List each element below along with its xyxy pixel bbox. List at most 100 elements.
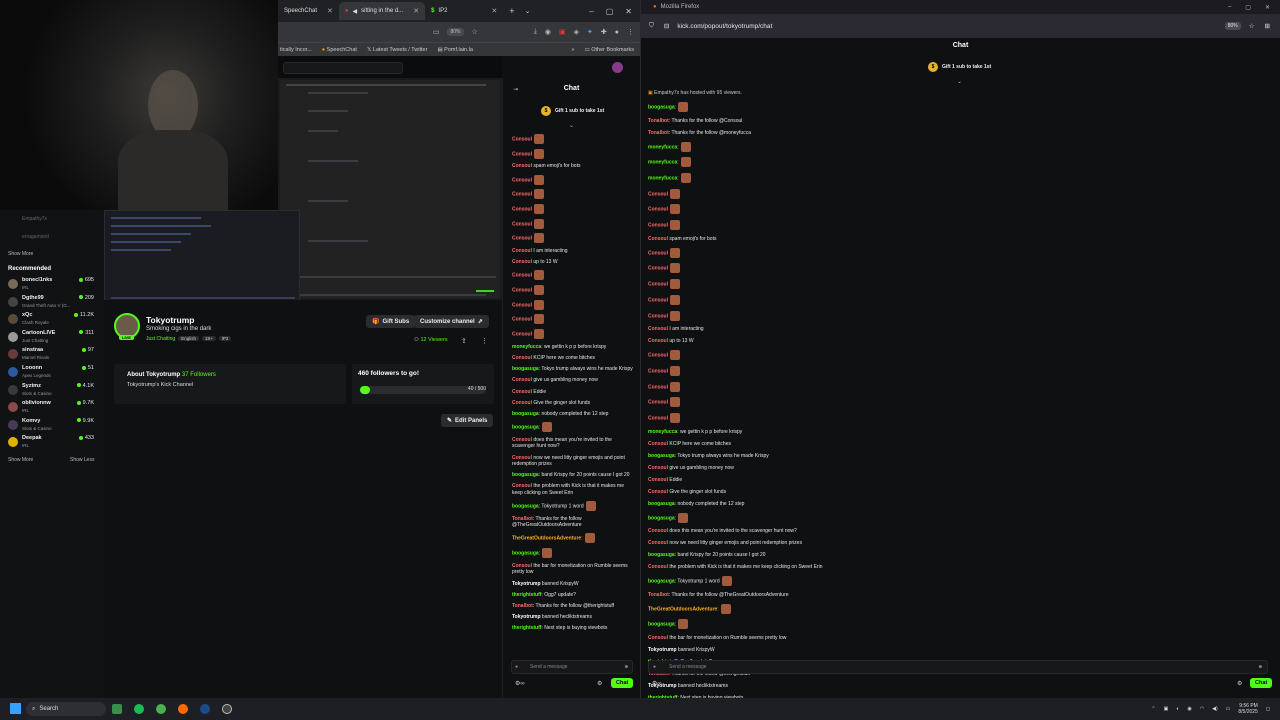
- chat-username[interactable]: Consoul: [648, 489, 668, 495]
- tray-icon[interactable]: ◉: [1187, 706, 1191, 712]
- chat-username[interactable]: Consoul: [512, 273, 532, 279]
- chat-username[interactable]: boogasuga: [512, 366, 539, 372]
- clock[interactable]: 9:56 PM 8/5/2025: [1238, 703, 1257, 715]
- emoji-icon[interactable]: ☻: [1258, 664, 1263, 670]
- chat-username[interactable]: moneyfucca: [512, 344, 541, 350]
- url-bar[interactable]: ⛉ ⊟ kick.com/popout/tokyotrump/chat 80% …: [641, 14, 1280, 38]
- maximize-icon[interactable]: ▢: [1245, 4, 1251, 11]
- tag[interactable]: 18+: [201, 336, 216, 341]
- chat-username[interactable]: boogasuga: [512, 411, 539, 417]
- chat-username[interactable]: boogasuga: [648, 552, 675, 558]
- channel-name[interactable]: Tokyotrump: [146, 315, 194, 325]
- chat-username[interactable]: boogasuga: [648, 578, 675, 584]
- spotify-icon[interactable]: [134, 704, 144, 714]
- chat-input[interactable]: ● Send a message ☻: [511, 660, 633, 674]
- battery-icon[interactable]: ▭: [1226, 706, 1231, 712]
- chat-username[interactable]: TheGreatOutdoorsAdventure: [648, 606, 717, 612]
- show-less-link[interactable]: Show Less: [70, 457, 94, 463]
- points-icon[interactable]: ⚙∞: [515, 680, 525, 687]
- show-more-link[interactable]: Show More: [8, 251, 33, 257]
- page-info-icon[interactable]: ⊟: [664, 22, 669, 30]
- chat-username[interactable]: Consoul: [648, 297, 668, 303]
- chat-username[interactable]: Consoul: [648, 236, 668, 242]
- volume-icon[interactable]: ◀): [1212, 706, 1218, 712]
- chat-username[interactable]: Consoul: [512, 331, 532, 337]
- chat-username[interactable]: Consoul: [512, 221, 532, 227]
- points-icon[interactable]: ⚙∞: [652, 680, 662, 687]
- minimize-icon[interactable]: –: [1228, 4, 1231, 10]
- chat-username[interactable]: Consoul: [512, 302, 532, 308]
- tag[interactable]: IP2: [218, 336, 232, 341]
- maximize-icon[interactable]: ▢: [606, 7, 614, 16]
- bookmark-item[interactable]: ● SpeechChat: [322, 47, 357, 53]
- chat-username[interactable]: Tonalbot: [648, 130, 669, 136]
- chevron-right-icon[interactable]: »: [571, 47, 574, 53]
- notifications-icon[interactable]: ◻: [1266, 706, 1270, 712]
- profile-icon[interactable]: ●: [615, 29, 619, 36]
- chat-username[interactable]: therightstuff: [512, 592, 541, 598]
- chat-username[interactable]: boogasuga: [648, 622, 675, 628]
- chat-username[interactable]: Consoul: [512, 192, 532, 198]
- chat-username[interactable]: Consoul: [512, 455, 532, 461]
- settings-icon[interactable]: ⚙: [1237, 680, 1242, 687]
- star-icon[interactable]: ☆: [472, 28, 478, 36]
- zoom-badge[interactable]: 80%: [1224, 22, 1241, 30]
- chat-input[interactable]: ● Send a message ☻: [648, 660, 1268, 674]
- cast-icon[interactable]: ▭: [433, 28, 440, 36]
- chat-username[interactable]: Consoul: [648, 564, 668, 570]
- menu-icon[interactable]: ⋮: [627, 28, 634, 36]
- obs-icon[interactable]: [222, 704, 232, 714]
- chat-username[interactable]: Consoul: [512, 206, 532, 212]
- extension-icon[interactable]: ◈: [574, 28, 579, 36]
- chat-username[interactable]: moneyfucca: [648, 144, 677, 150]
- tag[interactable]: English: [178, 336, 199, 341]
- chat-username[interactable]: Tokyotrump: [512, 581, 541, 587]
- chat-username[interactable]: Consoul: [648, 400, 668, 406]
- chat-username[interactable]: boogasuga: [648, 501, 675, 507]
- close-icon[interactable]: ✕: [413, 7, 419, 15]
- chat-username[interactable]: Consoul: [648, 635, 668, 641]
- chat-username[interactable]: Consoul: [648, 477, 668, 483]
- puzzle-icon[interactable]: ✚: [601, 28, 607, 36]
- chat-username[interactable]: moneyfucca: [648, 175, 677, 181]
- search-input[interactable]: [283, 62, 403, 74]
- wifi-icon[interactable]: ◠: [1200, 706, 1204, 712]
- chat-send-button[interactable]: Chat: [611, 678, 634, 688]
- bookmark-item[interactable]: 𝕏 Latest Tweets / Twitter: [367, 47, 428, 53]
- chat-username[interactable]: Consoul: [512, 400, 532, 406]
- chat-username[interactable]: Consoul: [648, 326, 668, 332]
- tab-active[interactable]: ● ◀ sitting in the d... ✕: [338, 2, 426, 20]
- chat-username[interactable]: Consoul: [512, 317, 532, 323]
- chat-username[interactable]: Consoul: [648, 266, 668, 272]
- chat-username[interactable]: boogasuga: [648, 453, 675, 459]
- edit-panels-button[interactable]: ✎ Edit Panels: [441, 414, 494, 427]
- bookmark-item[interactable]: ▤ Pomf.lain.la: [437, 47, 472, 53]
- chevron-up-icon[interactable]: ⌃: [1151, 706, 1155, 712]
- chat-username[interactable]: Consoul: [648, 441, 668, 447]
- chat-username[interactable]: Consoul: [648, 250, 668, 256]
- tray-icon[interactable]: ◐: [1176, 706, 1179, 712]
- close-icon[interactable]: ✕: [491, 7, 497, 15]
- star-icon[interactable]: ☆: [1249, 22, 1255, 30]
- chat-username[interactable]: Consoul: [648, 465, 668, 471]
- chat-username[interactable]: Consoul: [648, 415, 668, 421]
- close-window-icon[interactable]: ✕: [625, 7, 632, 16]
- chevron-down-icon[interactable]: ⌄: [957, 78, 962, 85]
- chat-username[interactable]: Consoul: [512, 377, 532, 383]
- settings-icon[interactable]: ⚙: [597, 680, 602, 687]
- chat-username[interactable]: moneyfucca: [648, 160, 677, 166]
- chat-username[interactable]: Consoul: [512, 259, 532, 265]
- extension-icon[interactable]: ✦: [587, 28, 593, 36]
- chat-username[interactable]: Consoul: [512, 483, 532, 489]
- tab-speechchat[interactable]: SpeechChat ✕: [278, 2, 339, 20]
- chat-username[interactable]: Consoul: [648, 281, 668, 287]
- extension-icon[interactable]: ▣: [559, 28, 566, 36]
- chat-username[interactable]: Consoul: [648, 338, 668, 344]
- chat-username[interactable]: Consoul: [512, 389, 532, 395]
- chat-username[interactable]: boogasuga: [512, 424, 539, 430]
- chat-username[interactable]: therightstuff: [512, 625, 541, 631]
- chat-username[interactable]: Consoul: [512, 136, 532, 142]
- followed-channel[interactable]: Empathy7x: [22, 216, 47, 222]
- chat-username[interactable]: Consoul: [512, 151, 532, 157]
- extension-icon[interactable]: ◉: [545, 28, 551, 36]
